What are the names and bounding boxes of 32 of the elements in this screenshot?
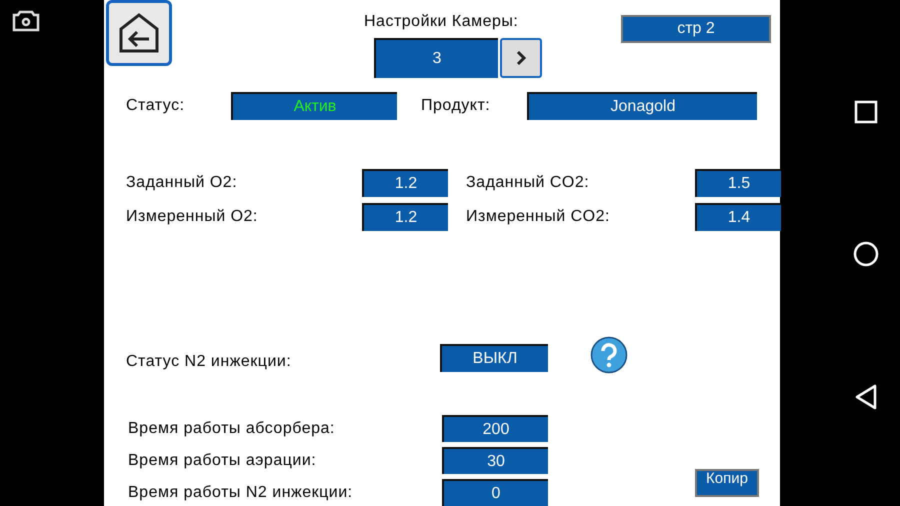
home-back-button[interactable] <box>106 0 172 66</box>
camera-settings-title: Настройки Камеры: <box>364 12 518 32</box>
field-label: Статус: <box>126 96 186 116</box>
chevron-right-icon <box>515 50 527 66</box>
home-circle-icon[interactable] <box>853 241 879 267</box>
status-field: Актив <box>231 92 397 120</box>
value-field: 1.2 <box>362 203 448 232</box>
value-field: 1.2 <box>362 169 448 198</box>
page-button[interactable]: стр 2 <box>621 15 771 43</box>
value-field: 1.4 <box>695 203 781 232</box>
field-label: Время работы N2 инжекции: <box>128 484 353 500</box>
next-arrow-button[interactable] <box>500 38 542 78</box>
field-label: Заданный CO2: <box>466 173 590 194</box>
value-field: 200 <box>442 415 548 442</box>
copy-button[interactable]: Копир <box>695 469 759 497</box>
value-field: 30 <box>442 447 548 474</box>
field-label: Время работы аэрации: <box>128 452 316 468</box>
field-label: Время работы абсорбера: <box>128 420 335 436</box>
n2-status-field: ВЫКЛ <box>440 344 548 372</box>
field-label: Заданный O2: <box>126 173 238 194</box>
field-label: Продукт: <box>421 96 492 116</box>
field-label: Измеренный O2: <box>126 207 259 228</box>
value-field: 1.5 <box>695 169 781 198</box>
value-field: 0 <box>442 479 548 506</box>
product-field: Jonagold <box>527 92 757 120</box>
back-triangle-icon[interactable] <box>855 384 877 410</box>
camera-number-field: 3 <box>374 38 498 78</box>
camera-icon[interactable] <box>12 10 40 32</box>
field-label: Измеренный CO2: <box>466 207 611 228</box>
field-label: Статус N2 инжекции: <box>126 353 292 370</box>
help-icon[interactable] <box>590 336 628 374</box>
recents-icon[interactable] <box>854 100 878 124</box>
